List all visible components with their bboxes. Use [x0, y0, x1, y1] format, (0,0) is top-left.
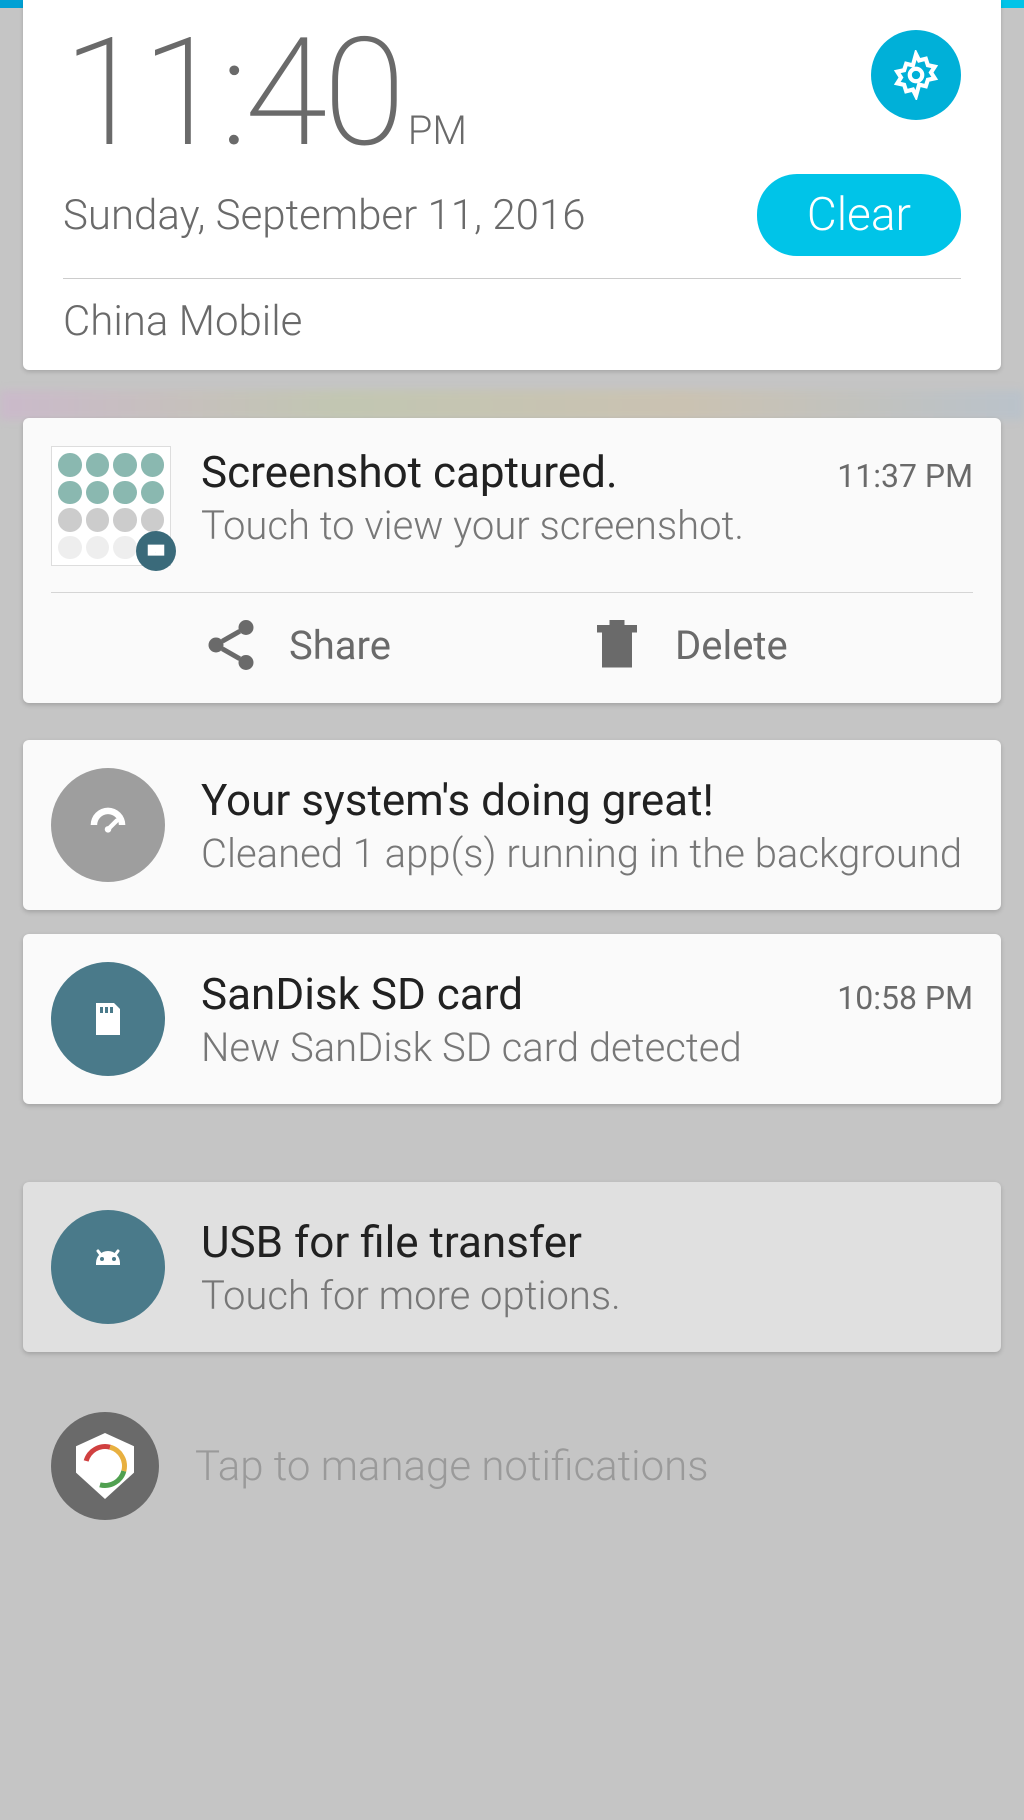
delete-label: Delete [675, 622, 788, 669]
notification-subtitle: Cleaned 1 app(s) running in the backgrou… [201, 830, 973, 877]
header-divider [63, 278, 961, 279]
gear-icon [891, 50, 941, 100]
notification-time: 11:37 PM [837, 457, 973, 495]
time-ampm: PM [408, 107, 467, 154]
notification-subtitle: Touch for more options. [201, 1272, 973, 1319]
time-value: 11:40 [63, 18, 402, 168]
notification-title: USB for file transfer [201, 1216, 973, 1268]
share-icon [201, 615, 261, 675]
notification-title: Your system's doing great! [201, 774, 973, 826]
notification-usb[interactable]: USB for file transfer Touch for more opt… [23, 1182, 1001, 1352]
notification-subtitle: Touch to view your screenshot. [201, 502, 973, 549]
share-button[interactable]: Share [201, 615, 587, 675]
clock: 11:40 PM [63, 18, 467, 168]
notification-system[interactable]: Your system's doing great! Cleaned 1 app… [23, 740, 1001, 910]
screenshot-thumbnail [51, 446, 171, 566]
notification-subtitle: New SanDisk SD card detected [201, 1024, 973, 1071]
date-label: Sunday, September 11, 2016 [63, 191, 586, 240]
notification-sdcard[interactable]: SanDisk SD card 10:58 PM New SanDisk SD … [23, 934, 1001, 1104]
carrier-label: China Mobile [63, 297, 961, 346]
notification-title: Screenshot captured. [201, 446, 618, 498]
sdcard-icon [51, 962, 165, 1076]
manage-notifications-row[interactable]: Tap to manage notifications [23, 1394, 1001, 1538]
background-blur [0, 390, 1024, 420]
image-badge-icon [136, 531, 176, 571]
notification-title: SanDisk SD card [201, 968, 523, 1020]
settings-button[interactable] [871, 30, 961, 120]
trash-icon [587, 615, 647, 675]
notification-screenshot[interactable]: Screenshot captured. 11:37 PM Touch to v… [23, 418, 1001, 703]
card-divider [51, 592, 973, 593]
share-label: Share [289, 622, 391, 669]
notification-time: 10:58 PM [837, 979, 973, 1017]
android-icon [51, 1210, 165, 1324]
speedometer-icon [51, 768, 165, 882]
notification-shade-header: 11:40 PM Sunday, September 11, 2016 Clea… [23, 0, 1001, 370]
delete-button[interactable]: Delete [587, 615, 973, 675]
shield-icon [51, 1412, 159, 1520]
manage-label: Tap to manage notifications [195, 1442, 709, 1491]
clear-button[interactable]: Clear [757, 174, 961, 256]
